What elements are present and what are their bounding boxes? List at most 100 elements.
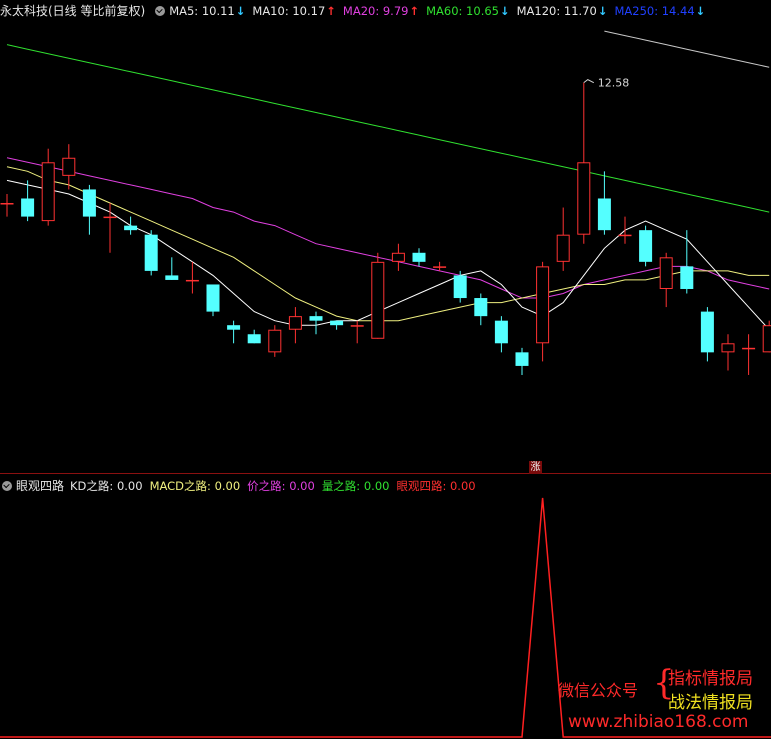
candle — [41, 148, 55, 226]
candle — [680, 230, 694, 294]
ma-legend-item: MA120: 11.70↓ — [517, 1, 608, 21]
candle — [124, 216, 138, 235]
candle-body-down — [330, 320, 344, 326]
candle — [700, 307, 714, 362]
down-arrow-icon: ↓ — [597, 4, 608, 18]
rise-signal-badge: 涨 — [529, 461, 542, 474]
main-price-chart: 12.58 — [0, 30, 771, 738]
candle-body-down — [144, 234, 158, 271]
candle — [82, 184, 96, 235]
main-legend: 永太科技(日线 等比前复权) MA5: 10.11↓ MA10: 10.17↑ MA… — [0, 1, 712, 21]
candle-body-up — [762, 325, 771, 353]
candle-body-up — [433, 266, 447, 268]
indicator-title: 眼观四路 — [16, 479, 65, 493]
annotations: 12.58 — [583, 77, 630, 90]
ma-legend-label: MA120: 11.70 — [516, 4, 597, 18]
candle — [0, 193, 14, 217]
candle — [453, 270, 467, 303]
candle-body-down — [515, 352, 529, 366]
candle-body-up — [268, 329, 282, 353]
watermark-site: www.zhibiao168.com — [568, 712, 749, 732]
down-arrow-icon: ↓ — [235, 4, 246, 18]
indicator-legend-label: MACD之路: 0.00 — [149, 479, 241, 493]
candle — [391, 243, 405, 271]
candle-body-down — [82, 189, 96, 217]
ma10-line — [6, 166, 770, 322]
ma-legend-item: MA250: 14.44↓ — [614, 1, 705, 21]
indicator-toggle-icon[interactable] — [155, 6, 166, 16]
candle-body-up — [536, 266, 550, 344]
ma-legend-label: MA250: 14.44 — [614, 4, 695, 18]
candle-body-up — [577, 162, 591, 235]
candle-body-down — [597, 198, 611, 231]
indicator-legend-item: KD之路: 0.00 — [70, 476, 143, 496]
ma-legend-item: MA20: 9.79↑ — [343, 1, 419, 21]
candle — [268, 325, 282, 357]
candle-body-up — [371, 261, 385, 339]
candle — [227, 320, 241, 344]
candle-body-down — [247, 334, 261, 344]
candle-body-up — [103, 216, 117, 219]
down-arrow-icon: ↓ — [499, 4, 510, 18]
candle-body-up — [350, 325, 364, 327]
candle — [597, 171, 611, 235]
indicator-legend-label: KD之路: 0.00 — [70, 479, 143, 493]
indicator-legend-item: MACD之路: 0.00 — [150, 476, 241, 496]
candle-body-up — [41, 162, 55, 222]
candle — [185, 261, 199, 294]
candle-body-up — [288, 316, 302, 330]
candle — [206, 284, 220, 317]
candle-body-down — [474, 298, 488, 317]
indicator-legend-item: 量之路: 0.00 — [322, 476, 390, 496]
ma60-line — [6, 44, 770, 213]
panel-divider — [0, 473, 771, 474]
candle — [330, 320, 344, 330]
candle — [536, 261, 550, 362]
candle — [62, 144, 76, 190]
candle-body-down — [206, 284, 220, 312]
candle-body-up — [391, 252, 405, 262]
candle-body-down — [412, 252, 426, 262]
ma-legend-item: MA5: 10.11↓ — [169, 1, 245, 21]
candlestick-series — [0, 82, 771, 375]
indicator-legend-label: 量之路: 0.00 — [321, 479, 390, 493]
indicator-legend: 眼观四路 KD之路: 0.00 MACD之路: 0.00 价之路: 0.00 量之路:… — [2, 476, 483, 496]
watermark-line2: 战法情报局 — [668, 693, 753, 713]
ma120-line — [604, 30, 770, 68]
up-arrow-icon: ↑ — [409, 4, 420, 18]
indicator-legend-label: 价之路: 0.00 — [247, 479, 315, 493]
indicator-legend-items: KD之路: 0.00 MACD之路: 0.00 价之路: 0.00 量之路: 0.00… — [70, 476, 483, 496]
candle — [494, 316, 508, 353]
candle-body-down — [700, 311, 714, 353]
ma-legend-label: MA60: 10.65 — [426, 4, 499, 18]
candle — [639, 225, 653, 267]
candle-body-up — [62, 157, 76, 176]
candle-body-up — [742, 347, 756, 350]
candle — [474, 293, 488, 326]
indicator-toggle-icon[interactable] — [2, 481, 12, 491]
up-arrow-icon: ↑ — [326, 4, 336, 18]
ma-legend-label: MA20: 9.79 — [342, 4, 409, 18]
candle-body-up — [618, 234, 632, 237]
candle — [247, 329, 261, 344]
candle-body-down — [494, 320, 508, 344]
high-price-label: 12.58 — [598, 77, 630, 90]
candle-body-up — [721, 343, 735, 353]
candle-body-up — [659, 257, 673, 289]
candle — [618, 216, 632, 244]
moving-average-lines — [6, 30, 770, 331]
indicator-legend-item: 眼观四路: 0.00 — [396, 476, 475, 496]
watermark-wechat: 微信公众号 — [558, 681, 639, 700]
candle — [515, 347, 529, 375]
candle-body-down — [21, 198, 35, 217]
candle-body-down — [453, 275, 467, 299]
ma5-line — [6, 179, 770, 331]
candle-body-down — [165, 275, 179, 280]
candle-body-down — [680, 266, 694, 289]
candle — [350, 320, 364, 344]
watermark: 微信公众号 { 指标情报局 战法情报局 www.zhibiao168.com — [558, 662, 768, 738]
candle — [371, 252, 385, 339]
ma-legend-label: MA5: 10.11 — [169, 4, 235, 18]
candle — [165, 257, 179, 280]
candle — [309, 311, 323, 335]
